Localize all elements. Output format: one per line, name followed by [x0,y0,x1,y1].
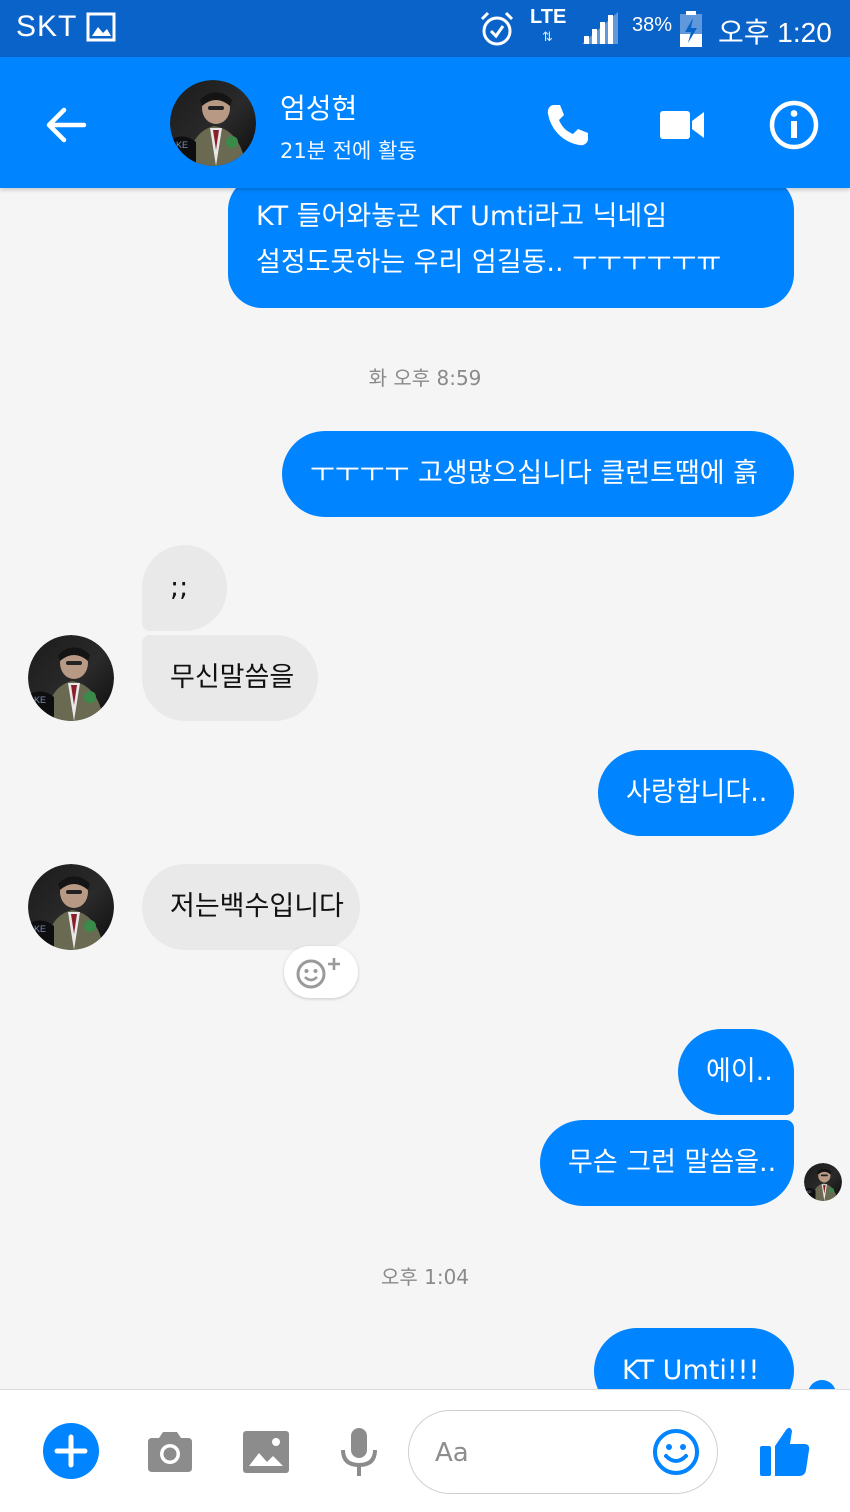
gallery-icon[interactable] [240,1426,292,1478]
emoji-icon[interactable] [651,1427,701,1477]
image-icon [86,12,116,42]
clock: 오후 1:20 [718,17,832,48]
sender-avatar[interactable] [28,864,114,950]
outgoing-message[interactable]: KT Umti!!! [594,1328,794,1389]
sender-avatar[interactable] [28,635,114,721]
incoming-message[interactable]: 무신말씀을 [142,635,318,721]
network-label: LTE [530,6,567,28]
timestamp: 오후 1:04 [380,1265,470,1289]
contact-name[interactable]: 엄성현 [280,87,357,127]
battery-charging-icon [680,11,702,47]
active-status: 21분 전에 활동 [280,139,417,163]
signal-icon [582,12,618,44]
message-line: 설정도못하는 우리 엄길동.. ㅜㅜㅜㅜㅜㅠ [256,247,722,278]
chat-header: 엄성현 21분 전에 활동 [0,57,850,188]
outgoing-message[interactable]: KT 들어와놓곤 KT Umti라고 닉네임 설정도못하는 우리 엄길동.. ㅜ… [228,188,794,308]
outgoing-message[interactable]: 무슨 그런 말씀을.. [540,1120,794,1206]
read-receipt-avatar [804,1163,842,1201]
outgoing-message[interactable]: 사랑합니다.. [598,750,794,836]
message-input[interactable] [435,1433,635,1473]
add-reaction-icon [296,958,340,989]
plus-icon[interactable] [42,1422,100,1480]
outgoing-message[interactable]: 에이.. [678,1029,794,1115]
timestamp: 화 오후 8:59 [368,366,482,390]
thumbs-up-icon[interactable] [756,1422,814,1480]
info-icon[interactable] [766,97,822,153]
composer-bar [0,1389,850,1512]
carrier-label: SKT [16,10,78,43]
incoming-message[interactable]: 저는백수입니다 [142,864,360,950]
video-icon[interactable] [654,97,710,153]
status-bar: SKT LTE ⇅ 38% 오후 1:20 [0,0,850,57]
data-arrows-icon: ⇅ [542,30,553,45]
battery-percent: 38% [632,14,673,36]
outgoing-message[interactable]: ㅜㅜㅜㅜ 고생많으십니다 클런트땜에 흙 [282,431,794,517]
incoming-message[interactable]: ;; [142,545,227,631]
message-input-container[interactable] [408,1410,718,1494]
message-line: KT 들어와놓곤 KT Umti라고 닉네임 [256,201,668,232]
camera-icon[interactable] [144,1426,196,1478]
back-arrow-icon[interactable] [38,97,94,153]
add-reaction-button[interactable] [284,946,358,998]
alarm-icon [480,11,514,46]
mic-icon[interactable] [336,1426,382,1478]
message-thread[interactable]: KT 들어와놓곤 KT Umti라고 닉네임 설정도못하는 우리 엄길동.. ㅜ… [0,188,850,1389]
phone-icon[interactable] [540,97,596,153]
delivered-indicator [808,1380,836,1389]
contact-avatar[interactable] [170,80,256,166]
